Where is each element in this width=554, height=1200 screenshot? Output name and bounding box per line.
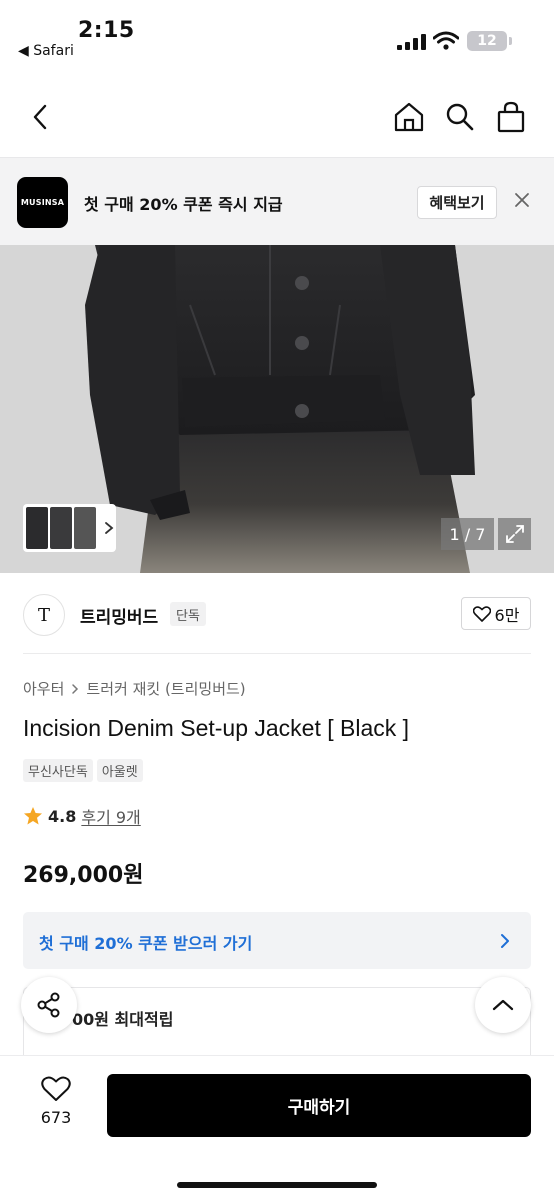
cellular-signal-icon [397, 34, 426, 50]
top-navigation [0, 76, 554, 156]
promo-banner: MUSINSA 첫 구매 20% 쿠폰 즉시 지급 혜택보기 [0, 157, 554, 245]
points-card[interactable]: 00원 최대적립 [23, 987, 531, 1057]
status-time: 2:15 [78, 18, 135, 43]
home-icon [394, 102, 424, 132]
brand-name[interactable]: 트리밍버드 [80, 603, 158, 628]
search-button[interactable] [443, 100, 477, 134]
fullscreen-button[interactable] [498, 518, 531, 550]
shopping-bag-icon [497, 101, 525, 133]
product-image-gallery[interactable]: 1 / 7 [0, 245, 554, 573]
wifi-icon [433, 31, 459, 50]
share-button[interactable] [21, 977, 77, 1033]
reviews-link[interactable]: 후기 9개 [81, 804, 140, 828]
breadcrumb-item-subcategory[interactable]: 트러커 재킷 (트리밍버드) [86, 678, 245, 699]
tag-musinsa-exclusive: 무신사단독 [23, 759, 93, 782]
image-page-indicator: 1 / 7 [441, 518, 494, 550]
breadcrumb: 아우터 트러커 재킷 (트리밍버드) [23, 678, 246, 699]
home-indicator [177, 1182, 377, 1188]
coupon-label: 첫 구매 20% 쿠폰 받으러 가기 [39, 934, 253, 953]
buy-button[interactable]: 구매하기 [107, 1074, 531, 1137]
exclusive-badge: 단독 [170, 602, 206, 626]
share-icon [37, 992, 60, 1018]
thumbnail-strip[interactable] [23, 504, 116, 552]
wishlist-count: 673 [40, 1108, 72, 1127]
chevron-right-icon [501, 934, 509, 948]
promo-banner-text: 첫 구매 20% 쿠폰 즉시 지급 [84, 195, 283, 214]
brand-like-button[interactable]: 6만 [461, 597, 531, 630]
cart-button[interactable] [494, 100, 528, 134]
chevron-up-icon [492, 999, 514, 1011]
breadcrumb-item-category[interactable]: 아우터 [23, 678, 64, 699]
brand-like-count: 6만 [494, 605, 520, 625]
home-button[interactable] [392, 100, 426, 134]
back-to-safari-link[interactable]: ◀ Safari [18, 43, 74, 59]
bottom-purchase-bar: 673 구매하기 [0, 1055, 554, 1200]
star-icon [24, 807, 42, 825]
thumbnail-3[interactable] [74, 507, 96, 549]
battery-tip [509, 37, 512, 45]
status-bar: 2:15 ◀ Safari 12 [0, 0, 554, 76]
max-points-label: 00원 최대적립 [72, 1010, 174, 1029]
search-icon [446, 103, 474, 131]
wishlist-button[interactable]: 673 [30, 1076, 82, 1136]
chevron-left-icon [33, 104, 47, 130]
first-purchase-coupon-button[interactable]: 첫 구매 20% 쿠폰 받으러 가기 [23, 912, 531, 969]
thumbnail-2[interactable] [50, 507, 72, 549]
product-tags: 무신사단독 아울렛 [23, 759, 143, 782]
battery-indicator: 12 [467, 31, 507, 51]
scroll-to-top-button[interactable] [475, 977, 531, 1033]
rating-value: 4.8 [48, 806, 77, 826]
product-title: Incision Denim Set-up Jacket [ Black ] [23, 715, 410, 741]
brand-logo[interactable]: T [23, 594, 65, 636]
product-price: 269,000원 [23, 863, 144, 888]
view-benefits-button[interactable]: 혜택보기 [417, 186, 497, 219]
expand-icon [505, 525, 524, 543]
thumbnail-1[interactable] [26, 507, 48, 549]
divider [23, 653, 531, 654]
rating-row: 4.8 후기 9개 [23, 804, 141, 828]
brand-row[interactable]: T 트리밍버드 단독 6만 [0, 577, 554, 653]
chevron-right-icon[interactable] [102, 521, 116, 535]
chevron-right-icon [72, 683, 79, 694]
back-button[interactable] [24, 100, 58, 134]
tag-outlet: 아울렛 [96, 759, 143, 782]
heart-icon [472, 605, 491, 622]
close-icon[interactable] [514, 192, 530, 208]
heart-icon [41, 1076, 71, 1101]
musinsa-logo: MUSINSA [17, 177, 68, 228]
